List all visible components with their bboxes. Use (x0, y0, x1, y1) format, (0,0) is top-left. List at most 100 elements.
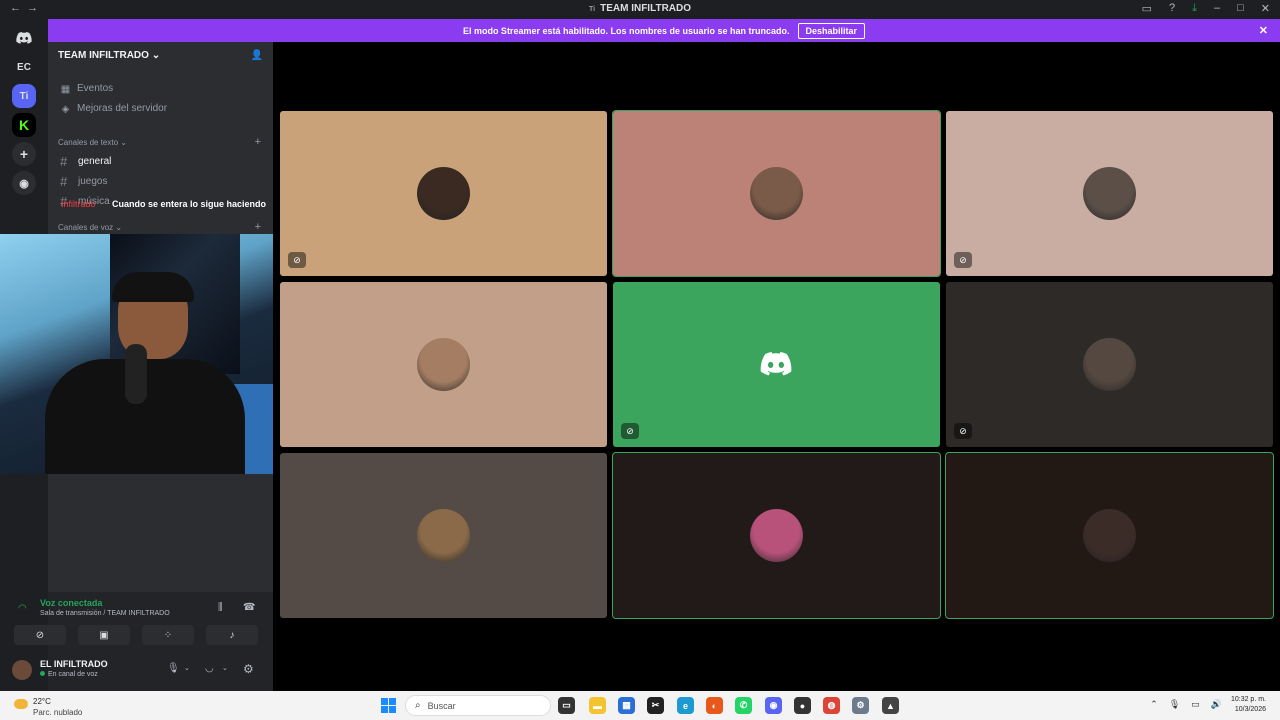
overlay-caption: Cuando se entera lo sigue haciendo (112, 199, 267, 209)
guild-ec[interactable]: EC (12, 55, 36, 79)
streaming-app-icon[interactable]: ▲ (882, 697, 899, 714)
camera-off-button[interactable]: ⊘ (14, 625, 66, 645)
clock-time: 10:32 p. m. (1230, 696, 1266, 703)
microphone-icon[interactable]: 🎙 (167, 663, 180, 674)
disconnect-icon[interactable]: ☎ (243, 602, 255, 613)
webcam-microphone (125, 344, 147, 404)
participant-avatar (1083, 338, 1136, 391)
disable-streamer-button[interactable]: Deshabilitar (797, 22, 866, 39)
noise-suppression-icon[interactable]: ⫼ (218, 602, 223, 613)
guild-ti[interactable]: Ti (12, 84, 36, 108)
channel-general[interactable]: # general (60, 154, 111, 169)
sidebar-item-label: Mejoras del servidor (77, 103, 168, 114)
store-icon[interactable]: ▦ (618, 697, 635, 714)
weather-cloud-icon (14, 699, 28, 709)
add-voice-channel-icon[interactable]: + (255, 221, 261, 233)
camera-off-icon: ⊘ (35, 629, 45, 641)
category-label: Canales de texto (58, 138, 119, 147)
discord-taskbar-icon[interactable]: ◉ (765, 697, 782, 714)
participant-avatar (750, 167, 803, 220)
boost-icon: ◈ (61, 103, 70, 115)
participant-avatar (1083, 167, 1136, 220)
discord-logo-icon (760, 352, 792, 376)
firefox-icon[interactable]: ◐ (706, 697, 723, 714)
participant-tile[interactable]: ⊘ (613, 282, 940, 447)
capcut-icon[interactable]: ✂ (647, 697, 664, 714)
start-button-icon[interactable] (381, 698, 396, 713)
participant-avatar (417, 338, 470, 391)
maximize-icon[interactable]: □ (1237, 2, 1244, 15)
chevron-down-icon: ⌄ (151, 50, 161, 61)
explore-compass-icon[interactable]: ◉ (12, 171, 36, 195)
online-dot-icon (40, 671, 45, 676)
minimize-icon[interactable]: – (1214, 2, 1220, 15)
close-banner-icon[interactable]: ✕ (1259, 24, 1268, 37)
participant-tile[interactable] (612, 110, 941, 277)
signal-icon[interactable]: ◠ (18, 603, 27, 614)
participant-tile[interactable] (945, 452, 1274, 619)
category-text-channels[interactable]: Canales de texto ⌄ (58, 138, 127, 147)
server-name-header[interactable]: TEAM INFILTRADO ⌄ (58, 50, 160, 61)
participant-tile[interactable] (280, 282, 607, 447)
muted-mic-icon: ⊘ (954, 423, 972, 439)
channel-juegos[interactable]: # juegos (60, 174, 107, 189)
settings-gear-icon[interactable]: ⚙ (243, 662, 254, 676)
server-icon: Ti (588, 6, 596, 13)
mic-chevron-down-icon[interactable]: ⌄ (184, 664, 190, 672)
add-server-icon[interactable]: + (12, 142, 36, 166)
search-placeholder: Buscar (427, 700, 456, 711)
tray-volume-icon[interactable]: 🔊 (1211, 699, 1222, 710)
taskbar-search[interactable]: ⌕ Buscar (405, 695, 551, 716)
download-icon[interactable]: ⤓ (1192, 2, 1197, 15)
inbox-icon[interactable]: ▭ (1142, 2, 1152, 15)
hash-icon: # (60, 154, 68, 169)
user-status-text: En canal de voz (48, 671, 98, 678)
window-title: Ti TEAM INFILTRADO (0, 3, 1280, 14)
settings-app-icon[interactable]: ⚙ (852, 697, 869, 714)
voice-status[interactable]: Voz conectada (40, 598, 102, 608)
category-voice-channels[interactable]: Canales de voz ⌄ (58, 223, 122, 232)
file-explorer-icon[interactable]: ▬ (589, 697, 606, 714)
tray-microphone-icon[interactable]: 🎙 (1169, 699, 1180, 710)
participant-avatar (1083, 509, 1136, 562)
taskbar-clock[interactable]: 10:32 p. m. 10/3/2026 (1231, 695, 1266, 715)
discord-home-icon[interactable] (12, 26, 36, 50)
headphones-icon[interactable]: ◡ (205, 663, 214, 674)
participant-tile[interactable]: ⊘ (946, 282, 1273, 447)
activities-button[interactable]: ⁘ (142, 625, 194, 645)
muted-mic-icon: ⊘ (954, 252, 972, 268)
add-text-channel-icon[interactable]: + (255, 136, 261, 148)
soundboard-button[interactable]: ♪ (206, 625, 258, 645)
invite-member-icon[interactable]: 👤 (251, 50, 263, 61)
user-status: En canal de voz (40, 671, 98, 678)
username[interactable]: EL INFILTRADO (40, 659, 108, 669)
obs-icon[interactable]: ● (794, 697, 811, 714)
screen-share-button[interactable]: ▣ (78, 625, 130, 645)
help-icon[interactable]: ? (1169, 2, 1175, 15)
webcam-person-cap (112, 272, 194, 302)
headphones-chevron-down-icon[interactable]: ⌄ (222, 664, 228, 672)
screen-share-icon: ▣ (99, 629, 109, 641)
whatsapp-icon[interactable]: ✆ (735, 697, 752, 714)
edge-icon[interactable]: e (677, 697, 694, 714)
task-view-icon[interactable]: ▭ (558, 697, 575, 714)
participant-avatar (417, 167, 470, 220)
tray-network-icon[interactable]: ▭ (1191, 699, 1200, 710)
participant-tile[interactable] (280, 453, 607, 618)
participant-tile[interactable]: ⊘ (280, 111, 607, 276)
participant-tile[interactable] (612, 452, 941, 619)
chrome-icon[interactable]: ◍ (823, 697, 840, 714)
participant-tile[interactable]: ⊘ (946, 111, 1273, 276)
close-window-icon[interactable]: ✕ (1261, 2, 1270, 15)
voice-location[interactable]: Sala de transmisión / TEAM INFILTRADO (40, 610, 170, 617)
guild-k-icon[interactable]: K (12, 113, 36, 137)
tray-chevron-up-icon[interactable]: ⌃ (1150, 699, 1158, 710)
participant-avatar (750, 509, 803, 562)
clock-date: 10/3/2026 (1234, 706, 1266, 713)
window-controls: ▭ ? ⤓ – □ ✕ (1142, 2, 1270, 15)
sidebar-item-mejoras[interactable]: ◈ Mejoras del servidor (60, 103, 168, 115)
weather-temp: 22°C (33, 697, 51, 706)
sidebar-item-eventos[interactable]: ▦ Eventos (60, 83, 113, 95)
avatar[interactable] (12, 660, 32, 680)
muted-mic-icon: ⊘ (288, 252, 306, 268)
